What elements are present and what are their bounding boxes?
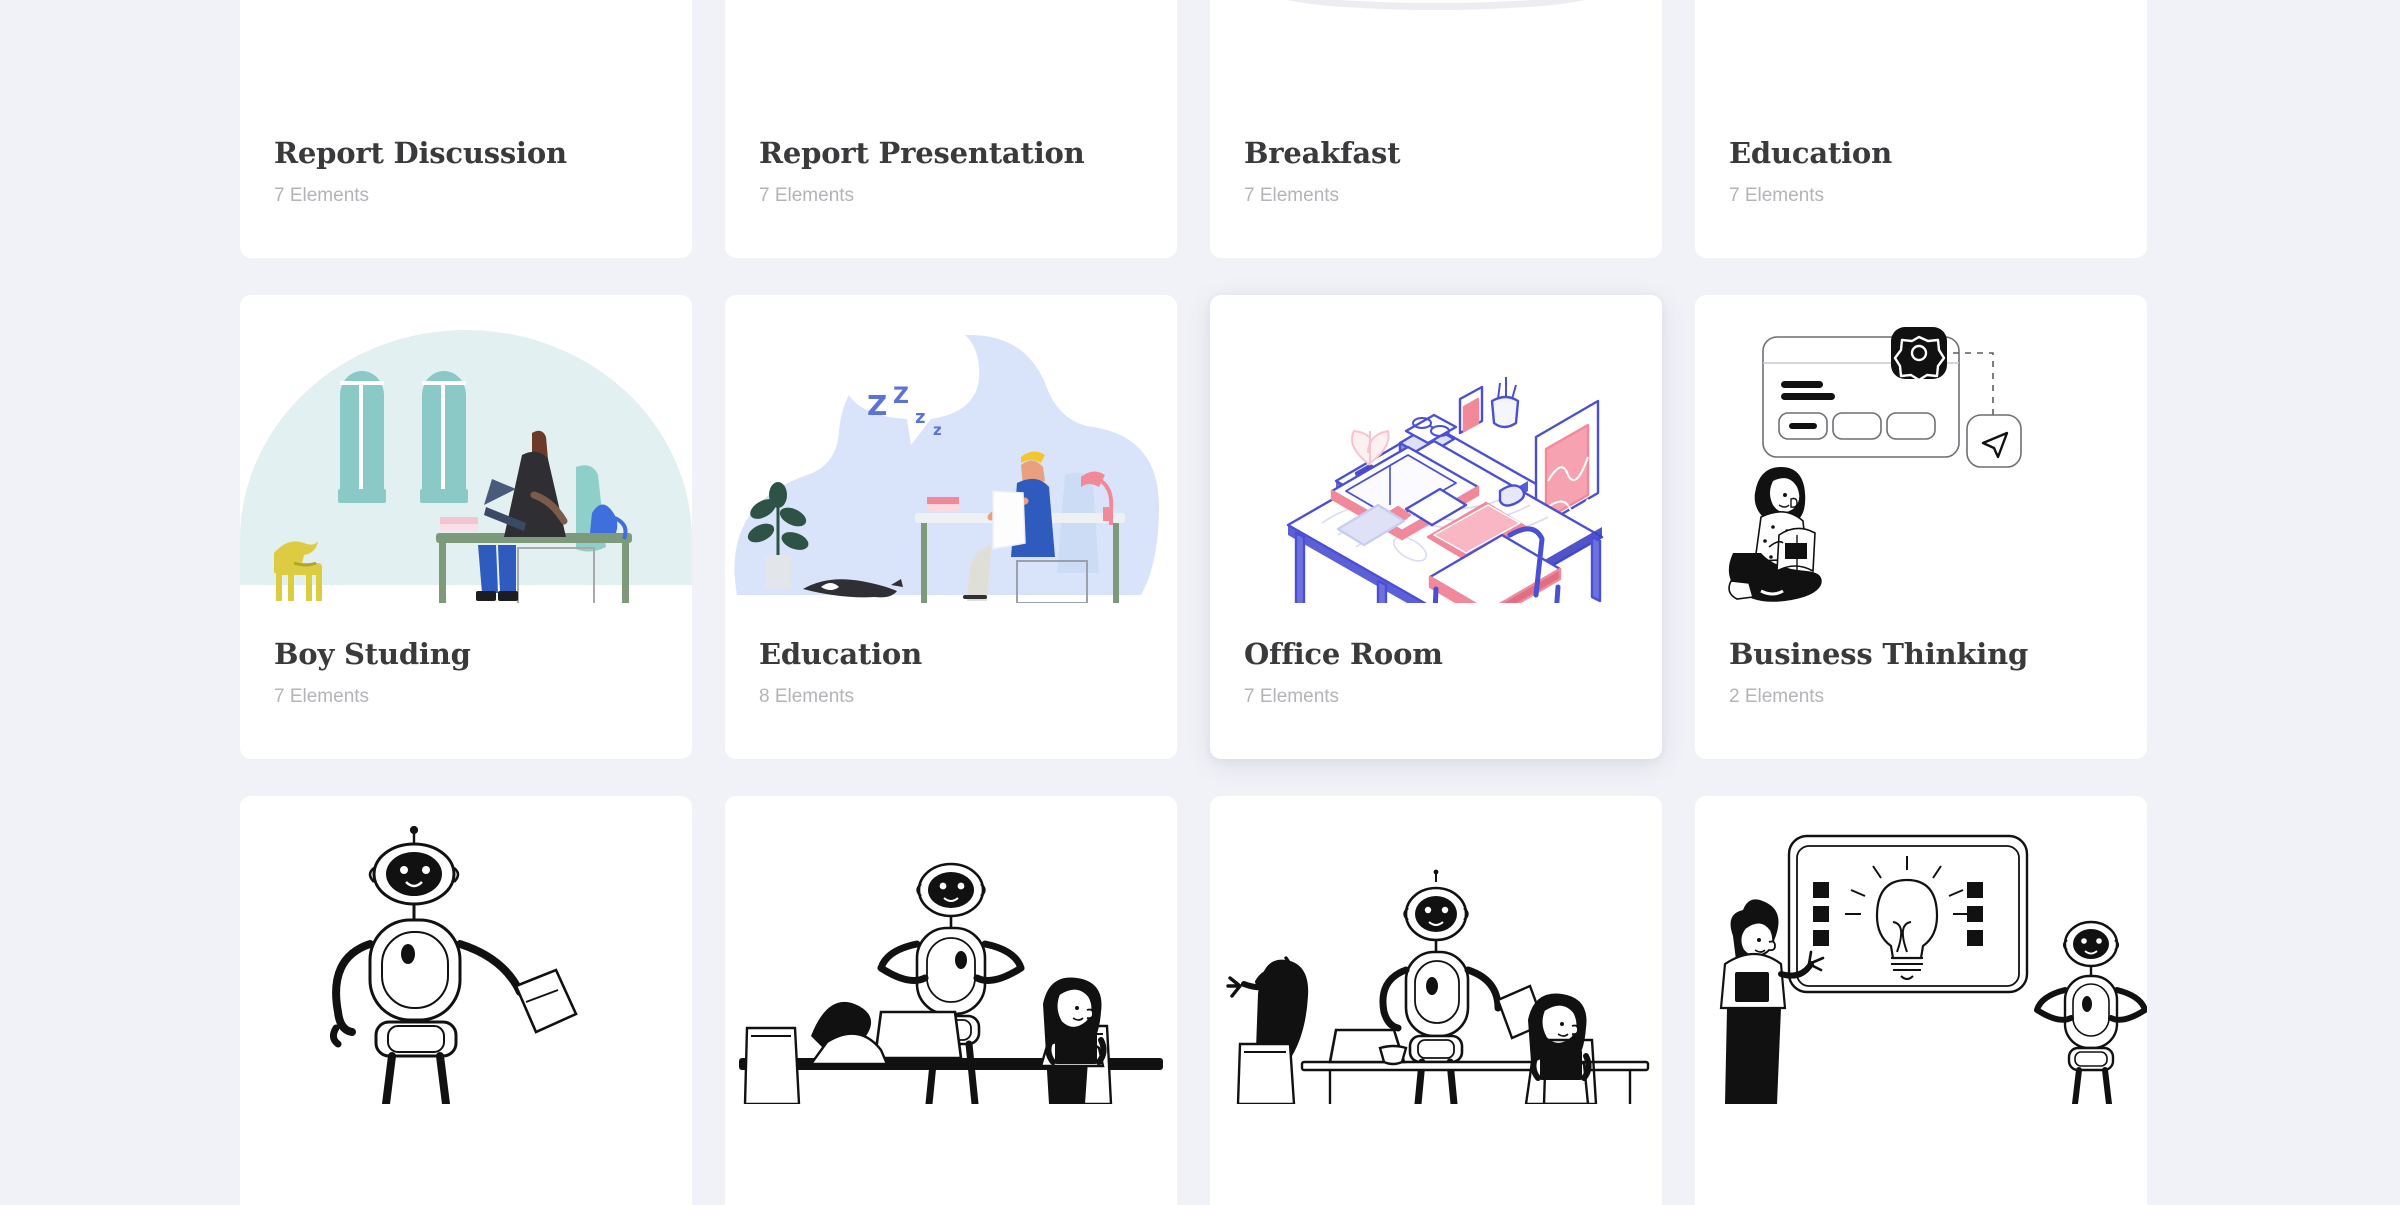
gallery-card[interactable]: Boy Studing 7 Elements xyxy=(240,295,692,759)
card-title: Education xyxy=(1729,136,1892,170)
card-body: Breakfast 7 Elements xyxy=(1210,102,1662,207)
card-body: Education 8 Elements xyxy=(725,603,1177,708)
card-element-count: 2 Elements xyxy=(1729,685,1825,707)
gallery-card[interactable]: Z Z z z Education 8 Elements xyxy=(725,295,1177,759)
card-element-count: 7 Elements xyxy=(1729,184,1825,206)
card-body: Education 7 Elements xyxy=(1695,102,2147,207)
card-body xyxy=(240,1104,692,1155)
robot-holding-card-illustration xyxy=(329,825,578,1104)
card-title: Education xyxy=(759,637,922,671)
business-thinking-illustration xyxy=(1728,327,2022,602)
svg-text:z: z xyxy=(933,421,942,439)
card-body xyxy=(725,1104,1177,1155)
card-element-count: 7 Elements xyxy=(759,184,855,206)
gallery-card[interactable] xyxy=(240,796,692,1205)
gallery-card[interactable]: Office Room 7 Elements xyxy=(1210,295,1662,759)
gallery-card[interactable]: Report Presentation 7 Elements xyxy=(725,0,1177,258)
sleepy-student-illustration: Z Z z z xyxy=(734,320,1159,603)
card-body: Report Presentation 7 Elements xyxy=(725,102,1177,207)
office-isometric-illustration xyxy=(1286,377,1604,603)
card-title: Boy Studing xyxy=(274,637,471,671)
gallery-card[interactable]: Breakfast 7 Elements xyxy=(1210,0,1662,258)
card-element-count: 7 Elements xyxy=(274,685,370,707)
card-illustration xyxy=(1695,0,2147,102)
seated-person xyxy=(1728,467,1822,602)
card-illustration xyxy=(1210,796,1662,1104)
gallery-card[interactable] xyxy=(725,796,1177,1205)
illustration-gallery: Report Discussion 7 Elements Report Pres… xyxy=(0,0,2400,1205)
gallery-card[interactable]: Business Thinking 2 Elements xyxy=(1695,295,2147,759)
robot-cheer-illustration xyxy=(1226,869,1650,1104)
card-body: Report Discussion 7 Elements xyxy=(240,102,692,207)
zzz-text: Z xyxy=(867,389,887,422)
card-element-count: 7 Elements xyxy=(274,184,370,206)
card-title: Office Room xyxy=(1244,637,1443,671)
card-illustration xyxy=(1210,0,1662,102)
gallery-card[interactable] xyxy=(1695,796,2147,1205)
card-illustration xyxy=(1695,796,2147,1104)
card-element-count: 7 Elements xyxy=(1244,685,1340,707)
card-illustration: Z Z z z xyxy=(725,295,1177,603)
card-grid: Report Discussion 7 Elements Report Pres… xyxy=(240,0,2153,1205)
card-illustration xyxy=(240,295,692,603)
gallery-card[interactable]: Report Discussion 7 Elements xyxy=(240,0,692,258)
card-illustration xyxy=(1210,295,1662,603)
gallery-card[interactable]: Education 7 Elements xyxy=(1695,0,2147,258)
robot-meeting-illustration xyxy=(739,862,1163,1104)
gallery-card[interactable] xyxy=(1210,796,1662,1205)
card-illustration xyxy=(240,0,692,102)
card-body: Boy Studing 7 Elements xyxy=(240,603,692,708)
card-illustration xyxy=(240,796,692,1104)
robot-whiteboard-illustration xyxy=(1719,834,2147,1104)
card-illustration xyxy=(1695,295,2147,603)
card-element-count: 7 Elements xyxy=(1244,184,1340,206)
card-title: Business Thinking xyxy=(1729,637,2029,671)
boy-studying-illustration xyxy=(240,330,692,603)
card-body xyxy=(1210,1104,1662,1155)
card-illustration xyxy=(725,0,1177,102)
card-element-count: 8 Elements xyxy=(759,685,855,707)
card-illustration xyxy=(725,796,1177,1104)
card-body: Business Thinking 2 Elements xyxy=(1695,603,2147,708)
card-title: Report Presentation xyxy=(759,136,1085,170)
svg-text:Z: Z xyxy=(893,384,909,409)
card-body: Office Room 7 Elements xyxy=(1210,603,1662,708)
card-title: Breakfast xyxy=(1244,136,1401,170)
svg-text:z: z xyxy=(915,407,925,428)
card-body xyxy=(1695,1104,2147,1155)
card-title: Report Discussion xyxy=(274,136,567,170)
